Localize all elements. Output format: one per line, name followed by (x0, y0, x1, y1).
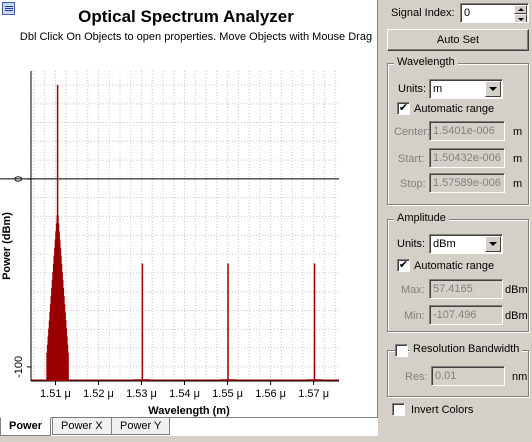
amplitude-group: Amplitude Units: dBm ✔ Automatic range M… (387, 212, 529, 332)
max-input[interactable]: 57.4165 (429, 279, 503, 299)
amplitude-group-title: Amplitude (394, 212, 449, 224)
invert-colors-label: Invert Colors (411, 404, 474, 416)
wavelength-group-title: Wavelength (394, 56, 458, 68)
x-tick-label: 1.56 μ (255, 388, 286, 400)
stop-unit: m (513, 178, 523, 190)
tab-power[interactable]: Power (0, 417, 52, 436)
wavelength-units-select[interactable]: m (429, 79, 503, 99)
y-tick-label: -100 (13, 356, 25, 378)
tab-power-x[interactable]: Power X (52, 418, 112, 435)
wavelength-units-label: Units: (398, 83, 427, 95)
min-label: Min: (404, 310, 425, 322)
y-axis-label: Power (dBm) (1, 212, 13, 280)
center-label: Center: (394, 126, 431, 138)
res-label: Res: (405, 371, 428, 383)
x-tick-label: 1.54 μ (169, 388, 200, 400)
x-axis-label: Wavelength (m) (148, 405, 230, 417)
x-tick-label: 1.57 μ (298, 388, 329, 400)
signal-index-value: 0 (464, 7, 471, 19)
center-unit: m (513, 126, 523, 138)
wavelength-auto-range-label: Automatic range (414, 103, 495, 115)
start-label: Start: (398, 153, 425, 165)
stop-input[interactable]: 1.57589e-006 (429, 173, 505, 193)
wavelength-units-value: m (433, 83, 443, 95)
amplitude-units-value: dBm (433, 238, 456, 250)
spectrum-display: Optical Spectrum Analyzer Dbl Click On O… (0, 0, 378, 436)
amplitude-auto-range-label: Automatic range (414, 260, 495, 272)
chevron-down-icon[interactable] (485, 81, 501, 97)
tab-power-y[interactable]: Power Y (111, 418, 171, 435)
signal-index-input[interactable]: 0 (460, 3, 529, 23)
res-input[interactable]: 0.01 (431, 366, 505, 386)
min-input[interactable]: -107.496 (429, 305, 503, 325)
max-unit: dBm (505, 284, 528, 296)
start-unit: m (513, 153, 523, 165)
amplitude-units-select[interactable]: dBm (429, 234, 503, 254)
x-tick-label: 1.55 μ (212, 388, 243, 400)
min-unit: dBm (505, 310, 528, 322)
settings-panel: Signal Index: 0 Auto Set Wavelength Unit… (382, 0, 532, 442)
invert-colors-checkbox[interactable] (392, 403, 405, 416)
signal-index-label: Signal Index: (391, 7, 455, 19)
spin-up-icon[interactable] (514, 5, 527, 14)
y-tick-label: 0 (13, 176, 25, 182)
amplitude-units-label: Units: (397, 238, 426, 250)
resolution-bandwidth-group: Resolution Bandwidth Res: 0.01 nm (387, 343, 529, 397)
chevron-down-icon[interactable] (485, 236, 501, 252)
wavelength-group: Wavelength Units: m ✔ Automatic range Ce… (387, 56, 529, 205)
amplitude-auto-range-checkbox[interactable]: ✔ (397, 259, 410, 272)
x-tick-label: 1.52 μ (83, 388, 114, 400)
x-tick-label: 1.53 μ (126, 388, 157, 400)
center-input[interactable]: 1.5401e-006 (429, 121, 505, 141)
x-tick-label: 1.51 μ (40, 388, 71, 400)
signal-index-spinner[interactable] (514, 5, 527, 22)
auto-set-button[interactable]: Auto Set (387, 29, 529, 51)
res-unit: nm (512, 371, 528, 383)
tab-bar: Power Power X Power Y (0, 417, 378, 436)
start-input[interactable]: 1.50432e-006 (429, 148, 505, 168)
wavelength-auto-range-checkbox[interactable]: ✔ (397, 102, 410, 115)
spin-down-icon[interactable] (514, 14, 527, 22)
stop-label: Stop: (400, 178, 426, 190)
spectrum-plot[interactable]: 1.51 μ 1.52 μ 1.53 μ 1.54 μ 1.55 μ 1.56 μ 1.57… (0, 0, 378, 417)
resolution-bandwidth-checkbox[interactable] (395, 344, 408, 357)
resolution-bandwidth-title: Resolution Bandwidth (410, 343, 523, 355)
max-label: Max: (401, 284, 425, 296)
